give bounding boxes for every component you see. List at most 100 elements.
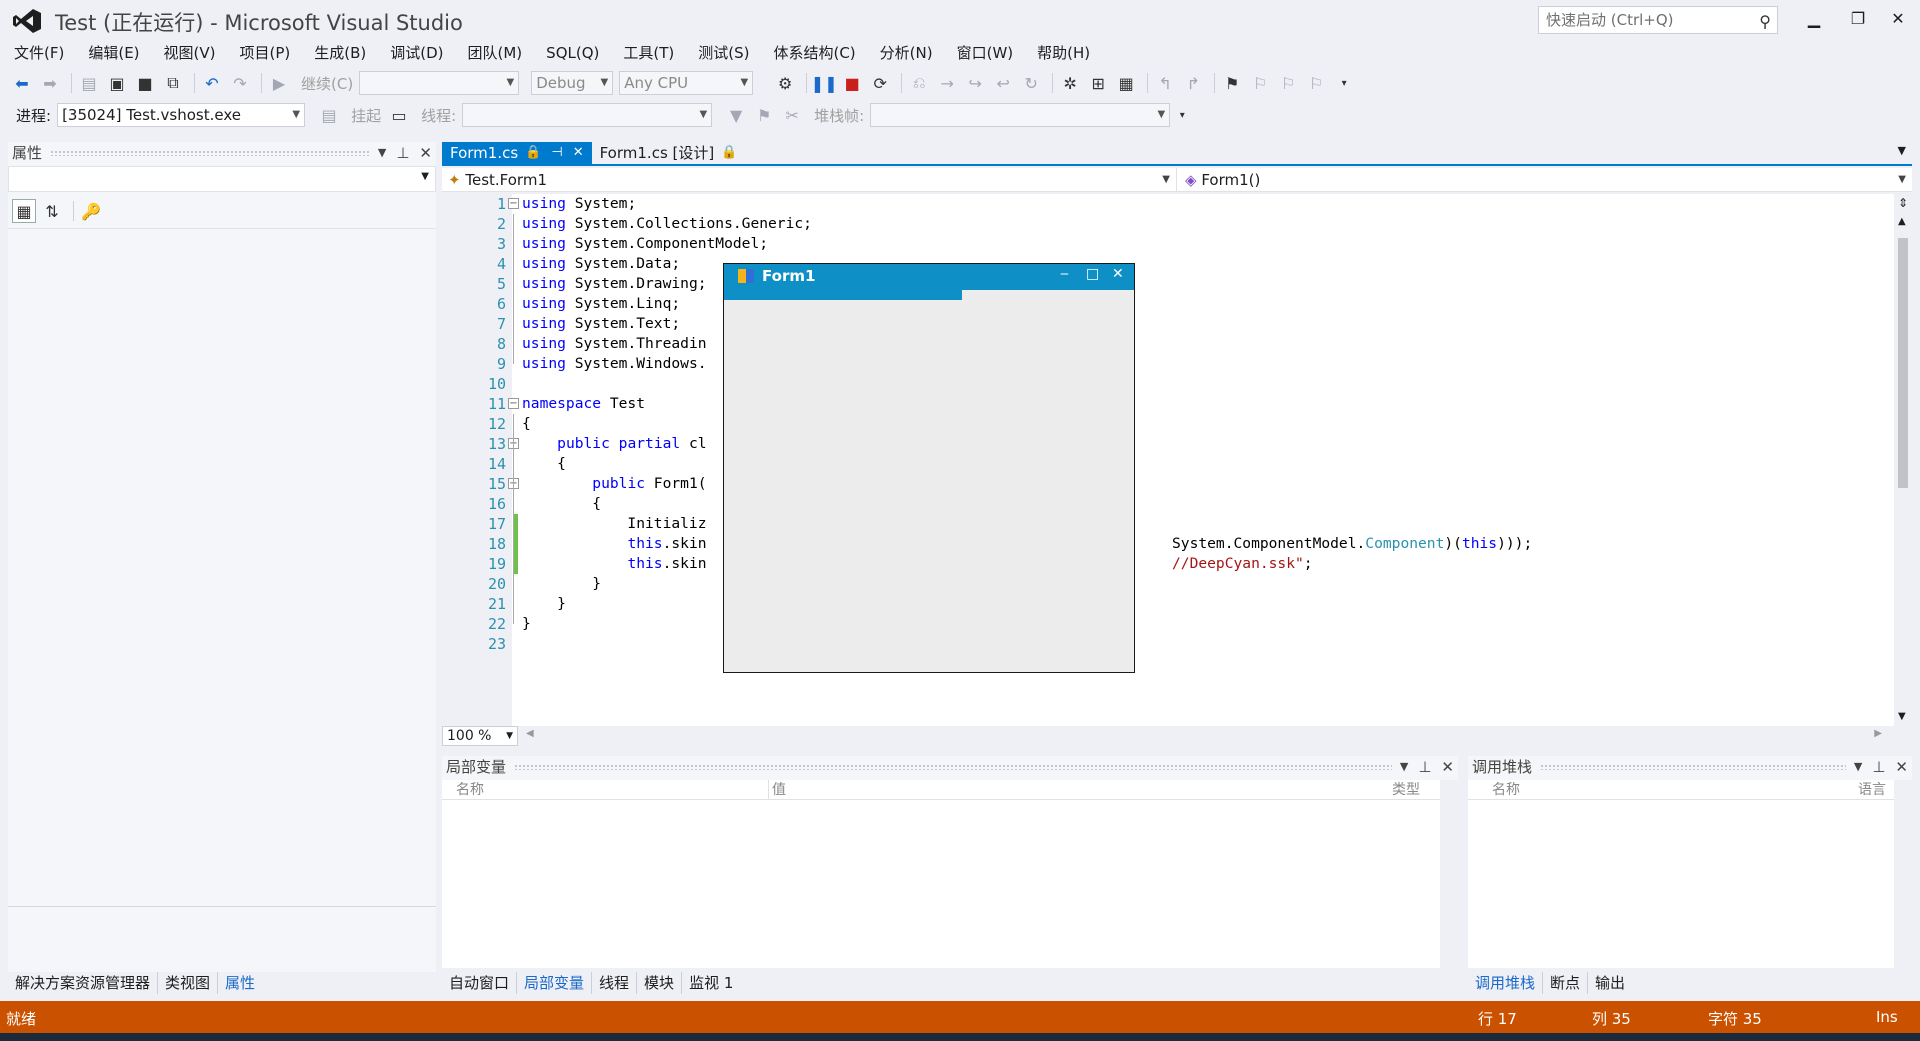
- form1-window[interactable]: Form1 ‒ □ ✕: [723, 263, 1135, 673]
- close-panel-icon[interactable]: ✕: [419, 142, 432, 164]
- locals-scrollbar[interactable]: [1440, 780, 1458, 968]
- close-tab-icon[interactable]: ✕: [573, 142, 584, 164]
- fold-toggle-icon[interactable]: −: [508, 398, 519, 409]
- form1-close-button[interactable]: ✕: [1112, 266, 1124, 282]
- class-combo[interactable]: ✦ Test.Form1 ▼: [442, 168, 1177, 192]
- platform-combo[interactable]: Any CPU ▼: [619, 71, 754, 95]
- code-line[interactable]: this.skin: [522, 534, 706, 554]
- solution-config-placeholder-combo[interactable]: ▼: [359, 71, 520, 95]
- code-line[interactable]: using System.Collections.Generic;: [522, 214, 812, 234]
- code-line[interactable]: }: [522, 574, 601, 594]
- restart-icon[interactable]: ⟳: [868, 71, 892, 95]
- scroll-up-icon[interactable]: ▲: [1898, 216, 1906, 227]
- tab-form1-cs[interactable]: Form1.cs 🔒 ⊣ ✕: [442, 142, 592, 164]
- attach-process-icon[interactable]: ⚙: [773, 71, 797, 95]
- alphabetical-icon[interactable]: ⇅: [40, 199, 64, 223]
- restore-button[interactable]: ❐: [1840, 4, 1876, 34]
- split-icon[interactable]: ✂: [780, 103, 804, 127]
- vertical-scrollbar[interactable]: ⇕ ▲ ▼: [1894, 194, 1912, 726]
- code-line[interactable]: }: [522, 594, 566, 614]
- categorized-icon[interactable]: ▦: [12, 199, 36, 223]
- scroll-thumb[interactable]: [1898, 238, 1908, 488]
- column-divider[interactable]: [768, 780, 769, 800]
- bookmark-icon[interactable]: ⚑: [1220, 71, 1244, 95]
- menu-view[interactable]: 视图(V): [150, 40, 226, 66]
- panel-dropdown-icon[interactable]: ▼: [1400, 756, 1408, 778]
- column-value[interactable]: 值: [772, 780, 786, 800]
- menu-debug[interactable]: 调试(D): [376, 40, 453, 66]
- menu-sql[interactable]: SQL(Q): [532, 40, 609, 66]
- menu-test[interactable]: 测试(S): [684, 40, 759, 66]
- scroll-left-icon[interactable]: ◀: [526, 728, 534, 739]
- pin-icon[interactable]: ⊣: [551, 142, 562, 164]
- stop-debugging-icon[interactable]: ■: [840, 71, 864, 95]
- save-all-icon[interactable]: ⧉: [161, 71, 185, 95]
- filter-icon[interactable]: ▼: [724, 103, 748, 127]
- tab-breakpoints[interactable]: 断点: [1543, 972, 1589, 994]
- thread-icon[interactable]: ▭: [387, 103, 411, 127]
- code-line[interactable]: using System.Text;: [522, 314, 680, 334]
- minimize-button[interactable]: ▁: [1796, 4, 1832, 34]
- code-line[interactable]: {: [522, 414, 531, 434]
- callstack-scrollbar[interactable]: [1894, 780, 1912, 968]
- save-icon[interactable]: ■: [133, 71, 157, 95]
- menu-project[interactable]: 项目(P): [226, 40, 301, 66]
- step-out-icon[interactable]: ↩: [991, 71, 1015, 95]
- tab-locals[interactable]: 局部变量: [517, 972, 593, 994]
- close-panel-icon[interactable]: ✕: [1895, 756, 1908, 778]
- navigate-back-icon[interactable]: ⬅: [10, 71, 34, 95]
- menu-analyze[interactable]: 分析(N): [866, 40, 943, 66]
- column-type[interactable]: 类型: [1392, 780, 1420, 800]
- close-panel-icon[interactable]: ✕: [1441, 756, 1454, 778]
- tab-solution-explorer[interactable]: 解决方案资源管理器: [8, 972, 159, 994]
- scroll-down-icon[interactable]: ▼: [1898, 711, 1906, 722]
- zoom-combo[interactable]: 100 % ▼: [442, 726, 518, 746]
- property-pages-icon[interactable]: 🔑: [79, 199, 103, 223]
- menu-architecture[interactable]: 体系结构(C): [759, 40, 865, 66]
- column-name[interactable]: 名称: [1492, 780, 1520, 800]
- tab-call-stack[interactable]: 调用堆栈: [1468, 972, 1544, 994]
- continue-button[interactable]: 继续(C): [301, 73, 353, 94]
- tab-overflow-icon[interactable]: ▼: [1898, 144, 1906, 157]
- panel-dropdown-icon[interactable]: ▼: [378, 142, 386, 164]
- suspend-button[interactable]: 挂起: [351, 105, 381, 126]
- code-line-tail[interactable]: //DeepCyan.ssk";: [1172, 554, 1313, 574]
- fold-toggle-icon[interactable]: −: [508, 198, 519, 209]
- tab-output[interactable]: 输出: [1588, 972, 1632, 994]
- menu-tools[interactable]: 工具(T): [609, 40, 684, 66]
- tab-autos[interactable]: 自动窗口: [442, 972, 518, 994]
- lifecycle-events-icon[interactable]: ▤: [317, 103, 341, 127]
- process-combo[interactable]: [35024] Test.vshost.exe ▼: [57, 103, 306, 127]
- menu-help[interactable]: 帮助(H): [1023, 40, 1100, 66]
- break-all-icon[interactable]: ❚❚: [811, 71, 838, 95]
- code-line[interactable]: using System.ComponentModel;: [522, 234, 768, 254]
- prev-bookmark-icon[interactable]: ⚐: [1248, 71, 1272, 95]
- tab-properties[interactable]: 属性: [218, 972, 262, 994]
- navigate-forward-icon[interactable]: ➡: [38, 71, 62, 95]
- close-button[interactable]: ✕: [1880, 4, 1916, 34]
- tab-modules[interactable]: 模块: [637, 972, 683, 994]
- new-project-icon[interactable]: ▤: [77, 71, 101, 95]
- thread-combo[interactable]: ▼: [462, 103, 713, 127]
- pin-icon[interactable]: ⊥: [1418, 756, 1431, 778]
- step-over-icon[interactable]: ↪: [963, 71, 987, 95]
- code-line[interactable]: namespace Test: [522, 394, 645, 414]
- config-combo[interactable]: Debug ▼: [531, 71, 614, 95]
- menu-team[interactable]: 团队(M): [454, 40, 533, 66]
- code-editor[interactable]: 1 2 3 4 5 6 7 8 9 10 11 12 13 14 15 16 17 18 19 20 21 22 23 us…: [442, 194, 1894, 726]
- form1-title-bar[interactable]: Form1 ‒ □ ✕: [724, 264, 1134, 290]
- show-next-statement-icon[interactable]: ⎌: [907, 71, 931, 95]
- code-line[interactable]: using System.Linq;: [522, 294, 680, 314]
- step-back-icon[interactable]: ↻: [1019, 71, 1043, 95]
- memory-icon[interactable]: ▦: [1114, 71, 1138, 95]
- menu-window[interactable]: 窗口(W): [943, 40, 1024, 66]
- code-line[interactable]: using System.Data;: [522, 254, 680, 274]
- continue-icon[interactable]: ▶: [267, 71, 291, 95]
- pin-icon[interactable]: ⊥: [396, 142, 409, 164]
- threads-icon[interactable]: ⊞: [1086, 71, 1110, 95]
- hex-display-icon[interactable]: ✲: [1058, 71, 1082, 95]
- code-line[interactable]: Initializ: [522, 514, 706, 534]
- stackframe-combo[interactable]: ▼: [870, 103, 1171, 127]
- undo-icon[interactable]: ↶: [200, 71, 224, 95]
- menu-edit[interactable]: 编辑(E): [74, 40, 149, 66]
